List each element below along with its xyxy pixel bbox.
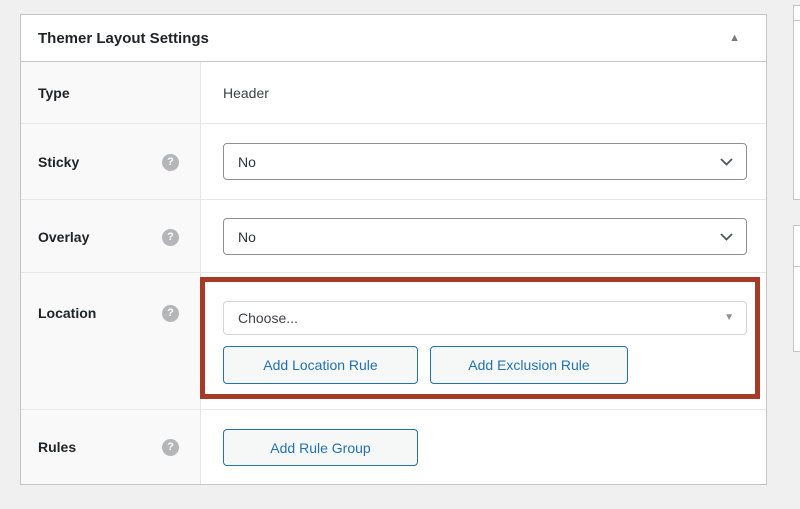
overlay-label-col: Overlay ?: [21, 200, 201, 272]
collapse-arrow-icon: ▲: [729, 32, 740, 44]
add-rule-group-button[interactable]: Add Rule Group: [223, 429, 418, 466]
panel-header: Themer Layout Settings ▲: [21, 15, 766, 62]
rules-label: Rules: [38, 439, 76, 455]
collapse-toggle-button[interactable]: ▲: [725, 29, 744, 48]
rules-help-icon[interactable]: ?: [162, 439, 179, 456]
overlay-value-col: No: [201, 200, 766, 272]
themer-layout-settings-panel: Themer Layout Settings ▲ Type Header Sti…: [20, 14, 767, 485]
location-choose-select[interactable]: Choose... ▼: [223, 301, 747, 335]
location-label: Location: [38, 305, 96, 321]
location-highlight-box: Choose... ▼ Add Location Rule Add Exclus…: [200, 277, 760, 399]
location-buttons-row: Add Location Rule Add Exclusion Rule: [223, 346, 755, 384]
sticky-help-icon[interactable]: ?: [162, 154, 179, 171]
location-select-value: Choose...: [238, 310, 298, 326]
overlay-label: Overlay: [38, 229, 89, 245]
rules-label-col: Rules ?: [21, 410, 201, 484]
type-value-col: Header: [201, 62, 766, 123]
overlay-select-value: No: [238, 229, 256, 245]
cropped-side-panel: [793, 225, 800, 352]
rules-value-col: Add Rule Group: [201, 410, 766, 484]
row-type: Type Header: [21, 62, 766, 124]
location-label-col: Location ?: [21, 273, 201, 409]
cropped-side-panel-divider: [794, 226, 800, 267]
chevron-down-icon: [720, 158, 733, 166]
sticky-select[interactable]: No: [223, 143, 747, 180]
sticky-value-col: No: [201, 124, 766, 199]
overlay-select[interactable]: No: [223, 218, 747, 255]
cropped-side-panel: [793, 5, 800, 200]
type-label: Type: [38, 85, 70, 101]
row-rules: Rules ? Add Rule Group: [21, 410, 766, 484]
row-overlay: Overlay ? No: [21, 200, 766, 273]
location-help-icon[interactable]: ?: [162, 305, 179, 322]
location-value-col: Choose... ▼ Add Location Rule Add Exclus…: [201, 273, 766, 409]
cropped-side-panel-divider: [794, 6, 800, 21]
type-value: Header: [201, 62, 766, 101]
sticky-label: Sticky: [38, 154, 79, 170]
type-label-col: Type: [21, 62, 201, 123]
dropdown-arrow-icon: ▼: [724, 313, 734, 323]
chevron-down-icon: [720, 233, 733, 241]
sticky-label-col: Sticky ?: [21, 124, 201, 199]
row-sticky: Sticky ? No: [21, 124, 766, 200]
panel-title: Themer Layout Settings: [38, 30, 209, 47]
row-location: Location ? Choose... ▼ Add Location Rule…: [21, 273, 766, 410]
add-location-rule-button[interactable]: Add Location Rule: [223, 346, 418, 384]
sticky-select-value: No: [238, 154, 256, 170]
overlay-help-icon[interactable]: ?: [162, 229, 179, 246]
add-exclusion-rule-button[interactable]: Add Exclusion Rule: [430, 346, 628, 384]
